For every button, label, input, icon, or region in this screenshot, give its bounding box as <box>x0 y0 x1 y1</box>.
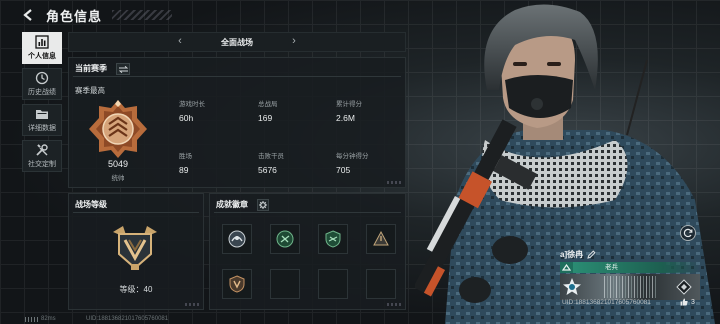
sidebar-item-detailed-data[interactable]: 详细数据 <box>22 104 62 136</box>
thumbs-up-icon <box>680 298 688 306</box>
ping-value: 82ms <box>41 316 56 322</box>
stat-value: 705 <box>336 165 351 175</box>
season-switch-button[interactable] <box>116 63 130 75</box>
season-rank-name: 统帅 <box>111 175 125 182</box>
panel-corner-decoration <box>387 303 401 306</box>
like-button[interactable]: 3 <box>680 298 695 306</box>
stat-label: 游戏时长 <box>179 101 205 108</box>
sidebar-item-label: 历史战绩 <box>28 89 56 96</box>
refresh-icon <box>683 228 693 238</box>
divider <box>73 76 401 77</box>
badges-panel-title: 成就徽章 <box>216 200 248 209</box>
swap-arrows-icon <box>118 65 128 73</box>
bronze-shield-badge-icon <box>229 275 245 293</box>
achievement-badges-panel: 成就徽章 <box>209 193 406 310</box>
stat-score-per-minute: 每分钟得分 705 <box>336 150 369 175</box>
stat-label: 胜场 <box>179 153 192 160</box>
player-tag-row: 老兵 <box>560 262 700 273</box>
header-decoration <box>112 10 173 20</box>
badge-slot-empty[interactable] <box>366 269 396 299</box>
stat-value: 60h <box>179 113 194 123</box>
level-panel-title: 战场等级 <box>75 200 107 209</box>
season-stats-panel: 当前赛季 赛季最高 5049 统帅 游戏时长 60h 总战局 169 累计得分 … <box>68 57 406 188</box>
sidebar-item-label: 社交定制 <box>28 161 56 168</box>
player-name: a]徐冉 <box>560 249 584 259</box>
header-bar: 角色信息 <box>0 0 420 30</box>
player-name-row: a]徐冉 <box>560 247 700 261</box>
mode-next-button[interactable]: › <box>287 35 301 47</box>
footer-uid: UID:188136821017605760081 <box>86 316 169 322</box>
badge-slot[interactable] <box>270 224 300 254</box>
divider <box>214 212 401 213</box>
stat-total-matches: 总战局 169 <box>258 98 278 123</box>
bar-chart-icon <box>35 35 49 49</box>
stat-label: 击败干员 <box>258 153 284 160</box>
mode-prev-button[interactable]: ‹ <box>173 35 187 47</box>
player-tag: 老兵 <box>573 262 700 273</box>
badge-slot-empty[interactable] <box>318 269 348 299</box>
green-shield-badge-icon <box>276 230 294 248</box>
stat-label: 累计得分 <box>336 101 362 108</box>
folder-icon <box>36 110 48 119</box>
season-rank-emblem-icon <box>89 100 147 158</box>
card-badge-icon <box>676 279 692 295</box>
sidebar: 个人信息 历史战绩 详细数据 社交定制 <box>22 32 62 176</box>
signal-bars-icon <box>25 316 39 322</box>
badge-slot[interactable] <box>222 224 252 254</box>
stat-wins: 胜场 89 <box>179 150 192 175</box>
edit-name-icon[interactable] <box>587 249 596 259</box>
battlefield-level-panel: 战场等级 等级：40 <box>68 193 204 310</box>
stat-value: 2.6M <box>336 113 355 123</box>
card-pattern <box>604 276 658 298</box>
badge-slot[interactable] <box>366 224 396 254</box>
stat-value: 89 <box>179 165 189 175</box>
player-card: a]徐冉 老兵 <box>560 247 700 300</box>
rotate-character-button[interactable] <box>680 225 696 241</box>
panel-corner-decoration <box>387 181 401 184</box>
veteran-chevron-icon <box>560 262 573 273</box>
sidebar-item-label: 详细数据 <box>28 125 56 132</box>
badge-settings-button[interactable] <box>257 199 269 211</box>
season-score: 5049 <box>107 159 129 169</box>
season-panel-title: 当前赛季 <box>75 64 107 73</box>
sidebar-item-label: 个人信息 <box>28 53 56 60</box>
stat-kills: 击败干员 5676 <box>258 150 284 175</box>
badge-slot-empty[interactable] <box>270 269 300 299</box>
stat-label: 每分钟得分 <box>336 153 369 160</box>
laurel-badge-icon <box>228 230 246 248</box>
panel-corner-decoration <box>185 303 199 306</box>
green-shield-badge-icon <box>325 230 341 248</box>
network-ping: 82ms <box>25 316 56 322</box>
like-count: 3 <box>691 298 695 306</box>
level-text: 等级：40 <box>119 285 153 294</box>
sidebar-item-history[interactable]: 历史战绩 <box>22 68 62 100</box>
mode-selector: ‹ 全面战场 › <box>68 32 406 52</box>
stat-label: 总战局 <box>258 101 278 108</box>
sidebar-item-social-customize[interactable]: 社交定制 <box>22 140 62 172</box>
stat-total-score: 累计得分 2.6M <box>336 98 362 123</box>
divider <box>73 212 199 213</box>
clock-icon <box>35 71 49 85</box>
player-name-card[interactable] <box>560 274 700 300</box>
level-emblem-icon <box>113 226 157 270</box>
mode-label: 全面战场 <box>221 37 253 47</box>
player-uid: UID:188136821017605760081 <box>562 299 651 306</box>
stat-value: 169 <box>258 113 273 123</box>
dark-triangle-badge-icon <box>373 230 389 246</box>
sidebar-item-personal-info[interactable]: 个人信息 <box>22 32 62 64</box>
page-title: 角色信息 <box>46 8 103 24</box>
badge-slot[interactable] <box>222 269 252 299</box>
gear-icon <box>259 201 267 209</box>
tools-icon <box>36 144 48 156</box>
badge-slot[interactable] <box>318 224 348 254</box>
back-button[interactable] <box>20 7 36 23</box>
back-arrow-icon <box>23 9 32 21</box>
season-best-label: 赛季最高 <box>75 86 105 95</box>
stat-playtime: 游戏时长 60h <box>179 98 205 123</box>
star-emblem-icon <box>563 278 581 295</box>
stat-value: 5676 <box>258 165 277 175</box>
